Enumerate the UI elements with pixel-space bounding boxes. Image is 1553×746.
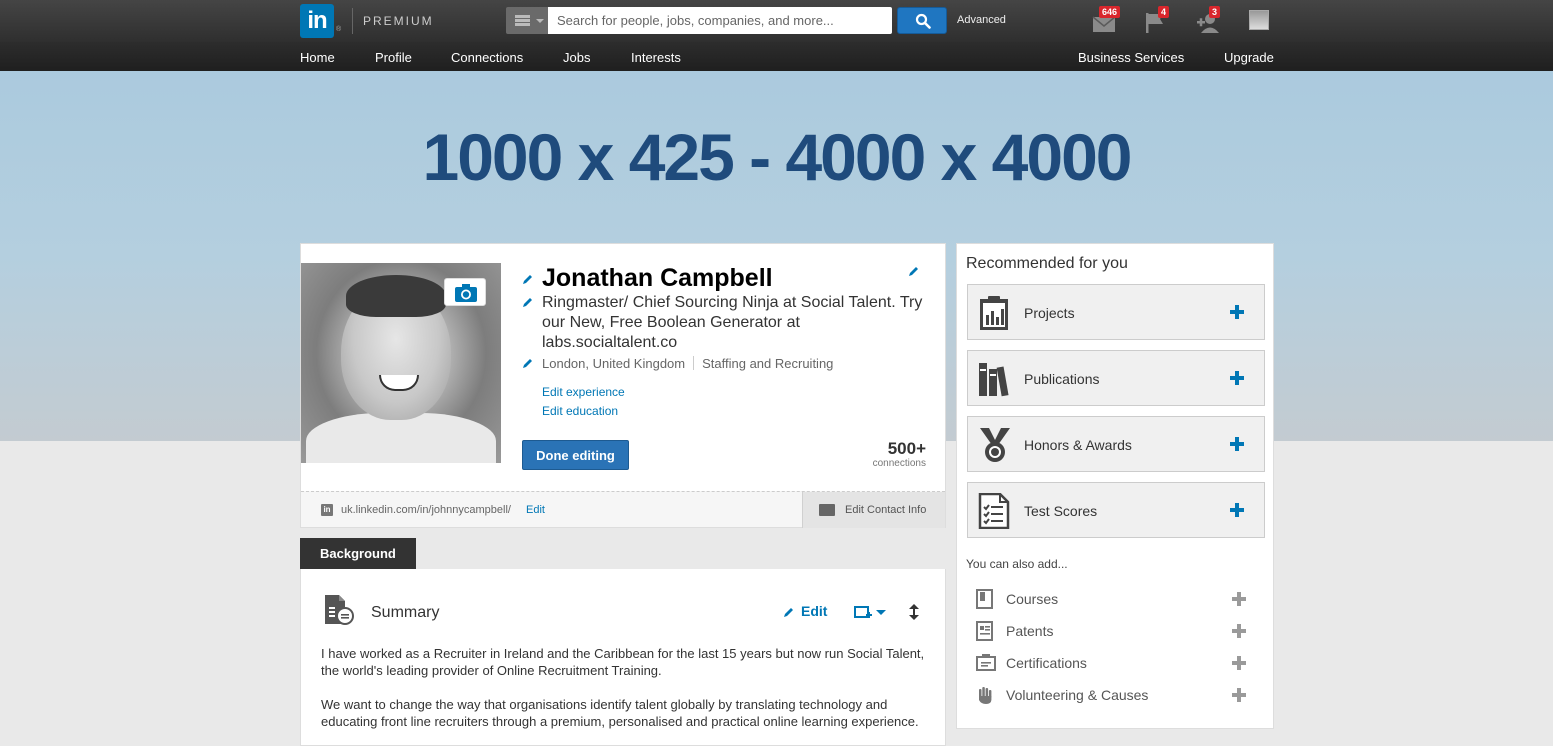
logo-divider [352,8,353,34]
done-editing-button[interactable]: Done editing [522,440,629,470]
profile-card: Jonathan Campbell Ringmaster/ Chief Sour… [300,243,946,528]
also-add-label: You can also add... [966,557,1068,571]
add-item-label: Volunteering & Causes [1006,687,1149,703]
summary-title: Summary [371,604,440,621]
background-section: Summary Edit I have worked as a Recruite… [300,569,946,746]
add-projects-plus-icon[interactable] [1228,303,1246,321]
nav-upgrade[interactable]: Upgrade [1224,50,1274,65]
search-input[interactable] [548,7,892,34]
list-icon [515,15,530,26]
connections-count[interactable]: 500+ [888,439,926,459]
main-nav: Home Profile Connections Jobs Interests … [0,42,1553,71]
linkedin-logo[interactable]: in [300,4,334,38]
edit-url-link[interactable]: Edit [526,504,545,516]
summary-text: I have worked as a Recruiter in Ireland … [321,645,931,730]
checklist-icon [978,493,1010,529]
background-tab[interactable]: Background [300,538,416,569]
recommended-item-test-scores[interactable]: Test Scores [967,482,1265,538]
edit-headline-pencil-icon[interactable] [522,296,534,308]
chevron-down-icon [536,19,544,23]
top-bar: in ® PREMIUM Advanced 646 4 [0,0,1553,42]
recommended-panel: Recommended for you Projects Publication… [956,243,1274,729]
hand-icon [979,687,992,704]
add-item-patents[interactable]: Patents [967,618,1265,642]
nav-connections[interactable]: Connections [451,50,523,65]
edit-name-pencil-icon[interactable] [522,273,534,285]
edit-contact-label: Edit Contact Info [845,504,927,516]
summary-paragraph: I have worked as a Recruiter in Ireland … [321,646,925,678]
nav-interests[interactable]: Interests [631,50,681,65]
add-test-scores-plus-icon[interactable] [1228,501,1246,519]
connections-label: connections [872,458,926,469]
nav-jobs[interactable]: Jobs [563,50,590,65]
edit-summary-pencil-icon[interactable] [783,606,795,618]
linkedin-mini-icon: in [321,504,333,516]
edit-location-pencil-icon[interactable] [522,357,534,369]
premium-label[interactable]: PREMIUM [363,14,434,28]
clipboard-chart-icon [980,296,1008,330]
medal-icon [980,428,1010,462]
add-volunteering-plus-icon[interactable] [1231,687,1247,703]
nav-profile[interactable]: Profile [375,50,412,65]
add-item-certifications[interactable]: Certifications [967,650,1265,674]
add-item-courses[interactable]: Courses [967,586,1265,610]
profile-card-footer: in uk.linkedin.com/in/johnnycampbell/ Ed… [301,491,945,528]
add-media-icon[interactable] [854,605,890,621]
edit-education-link[interactable]: Edit education [542,404,618,418]
folder-icon [819,504,835,516]
notifications-badge: 4 [1158,6,1170,18]
profile-location-line: London, United Kingdom Staffing and Recru… [542,356,833,371]
edit-contact-info-button[interactable]: Edit Contact Info [802,492,945,528]
nav-business-services[interactable]: Business Services [1078,50,1184,65]
messages-badge: 646 [1099,6,1121,18]
recommended-item-label: Publications [1024,371,1100,387]
add-item-label: Certifications [1006,655,1087,671]
change-photo-button[interactable] [444,278,486,306]
add-item-volunteering[interactable]: Volunteering & Causes [967,682,1265,706]
profile-location: London, United Kingdom [542,356,686,371]
registered-mark: ® [336,26,342,33]
courses-book-icon [976,589,993,609]
recommended-item-honors-awards[interactable]: Honors & Awards [967,416,1265,472]
recommended-item-projects[interactable]: Projects [967,284,1265,340]
certificate-icon [976,654,996,671]
account-avatar[interactable] [1249,10,1269,30]
search-icon [915,13,931,29]
edit-experience-link[interactable]: Edit experience [542,385,625,399]
public-profile-url[interactable]: uk.linkedin.com/in/johnnycampbell/ [341,504,511,516]
recommended-item-label: Honors & Awards [1024,437,1132,453]
profile-industry: Staffing and Recruiting [702,356,834,371]
add-courses-plus-icon[interactable] [1231,591,1247,607]
recommended-title: Recommended for you [966,255,1128,272]
profile-headline: Ringmaster/ Chief Sourcing Ninja at Soci… [542,294,923,351]
add-item-label: Patents [1006,623,1054,639]
invitations-badge: 3 [1209,6,1221,18]
add-honors-plus-icon[interactable] [1228,435,1246,453]
add-item-label: Courses [1006,591,1059,607]
camera-icon [455,284,477,302]
summary-paragraph: We want to change the way that organisat… [321,697,919,729]
add-patents-plus-icon[interactable] [1231,623,1247,639]
nav-home[interactable]: Home [300,50,335,65]
reorder-arrows-icon[interactable] [908,603,920,621]
recommended-item-label: Test Scores [1024,503,1098,519]
profile-name: Jonathan Campbell [542,264,773,292]
recommended-item-publications[interactable]: Publications [967,350,1265,406]
edit-summary-button[interactable]: Edit [801,603,827,619]
patents-document-icon [976,621,993,641]
summary-document-icon [325,595,354,625]
banner-text: 1000 x 425 - 4000 x 4000 [422,120,1132,194]
advanced-search-link[interactable]: Advanced [957,14,1006,26]
add-publications-plus-icon[interactable] [1228,369,1246,387]
add-certifications-plus-icon[interactable] [1231,655,1247,671]
recommended-item-label: Projects [1024,305,1075,321]
books-icon [979,363,1009,397]
search-category-dropdown[interactable] [506,7,548,34]
search-button[interactable] [897,7,947,34]
edit-card-pencil-icon[interactable] [908,265,920,277]
